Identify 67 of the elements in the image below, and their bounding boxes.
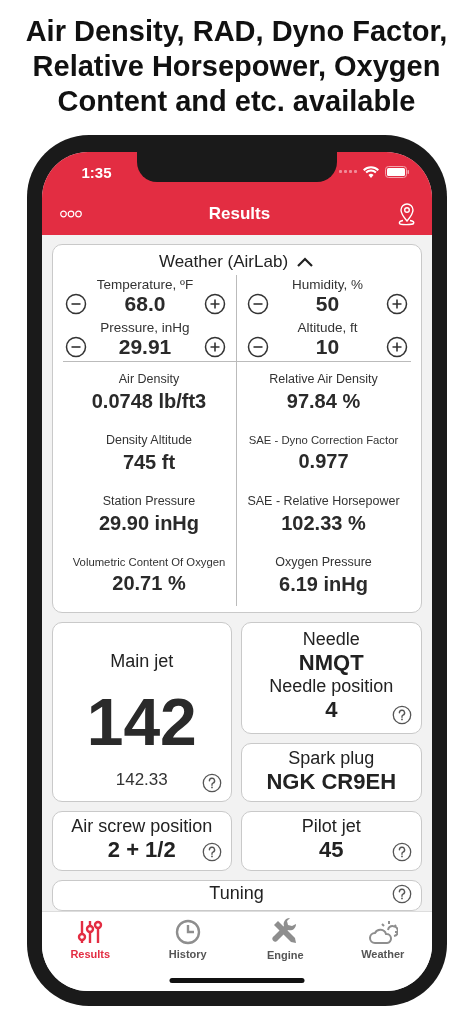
tab-item[interactable]: History (139, 912, 237, 967)
minus-icon[interactable] (246, 293, 269, 315)
more-icon[interactable] (59, 209, 82, 218)
field-label: Humidity, % (292, 277, 363, 292)
field-label: Altitude, ft (297, 320, 358, 335)
metric-label: Density Altitude (105, 433, 193, 447)
card-label: Pilot jet (301, 816, 361, 837)
field-label: Temperature, ºF (96, 277, 194, 292)
metric-label: SAE - Dyno Correction Factor (248, 434, 399, 446)
battery-icon (384, 166, 410, 178)
help-icon[interactable] (202, 773, 222, 793)
card-label: Spark plug (288, 748, 375, 769)
wifi-icon (362, 166, 379, 178)
plus-icon[interactable] (203, 336, 226, 358)
precise-value: 142.33 (115, 770, 168, 790)
sliders-icon (77, 919, 104, 945)
help-icon[interactable] (391, 842, 412, 862)
field-value: 29.91 (118, 335, 172, 359)
help-icon[interactable] (391, 705, 412, 725)
card-value: 4 (325, 697, 338, 723)
clock-icon (174, 919, 201, 945)
card-value: 2 + 1/2 (107, 837, 176, 863)
field-value: 10 (315, 335, 340, 359)
metric-value: 745 ft (122, 451, 176, 474)
minus-icon[interactable] (246, 336, 269, 358)
card-value: NGK CR9EH (266, 769, 397, 795)
card-value: NMQT (298, 650, 364, 676)
field-value: 50 (315, 292, 340, 316)
metric-label: Relative Air Density (269, 372, 378, 386)
cloud-sun-icon (367, 919, 398, 945)
plus-icon[interactable] (386, 336, 409, 358)
signal-icon (338, 170, 357, 174)
card-title: Weather (AirLab) (158, 252, 289, 272)
field-label: Pressure, inHg (100, 320, 190, 335)
main-jet-value: 142 (86, 686, 197, 758)
chevron-up-icon[interactable] (296, 256, 315, 268)
minus-icon[interactable] (64, 293, 87, 315)
status-time: 1:35 (81, 163, 112, 181)
metric-label: Air Density (118, 372, 180, 386)
tab-item[interactable]: Results (41, 912, 139, 967)
metric-value: 97.84 % (286, 390, 361, 413)
metric-value: 20.71 % (112, 572, 186, 595)
metric-label: Oxygen Pressure (275, 555, 372, 569)
help-icon[interactable] (391, 884, 412, 904)
headline: Air Density, RAD, Dyno Factor, Relative Horsepower, Oxygen Content and etc. available (24, 14, 449, 119)
card-label: Needle (302, 629, 360, 650)
metric-label: SAE - Relative Horsepower (247, 494, 400, 508)
card-label: Needle position (269, 676, 394, 697)
card-label: Tuning (209, 883, 264, 904)
metric-value: 29.90 inHg (98, 512, 199, 535)
tab-item[interactable]: Engine (236, 912, 334, 967)
metric-label: Station Pressure (102, 494, 196, 508)
metric-value: 0.0748 lb/ft3 (91, 390, 207, 413)
tab-item[interactable]: Weather (334, 912, 432, 967)
metric-label: Volumetric Content Of Oxygen (72, 556, 226, 568)
metric-value: 0.977 (298, 450, 349, 473)
screen-title: Results (208, 203, 271, 224)
field-value: 68.0 (124, 292, 166, 316)
help-icon[interactable] (202, 842, 222, 862)
metric-value: 6.19 inHg (279, 573, 368, 596)
plus-icon[interactable] (203, 293, 226, 315)
card-value: 45 (319, 837, 344, 863)
metric-value: 102.33 % (281, 512, 366, 535)
card-label: Main jet (110, 651, 174, 672)
plus-icon[interactable] (386, 293, 409, 315)
card-label: Air screw position (71, 816, 213, 837)
minus-icon[interactable] (64, 336, 87, 358)
